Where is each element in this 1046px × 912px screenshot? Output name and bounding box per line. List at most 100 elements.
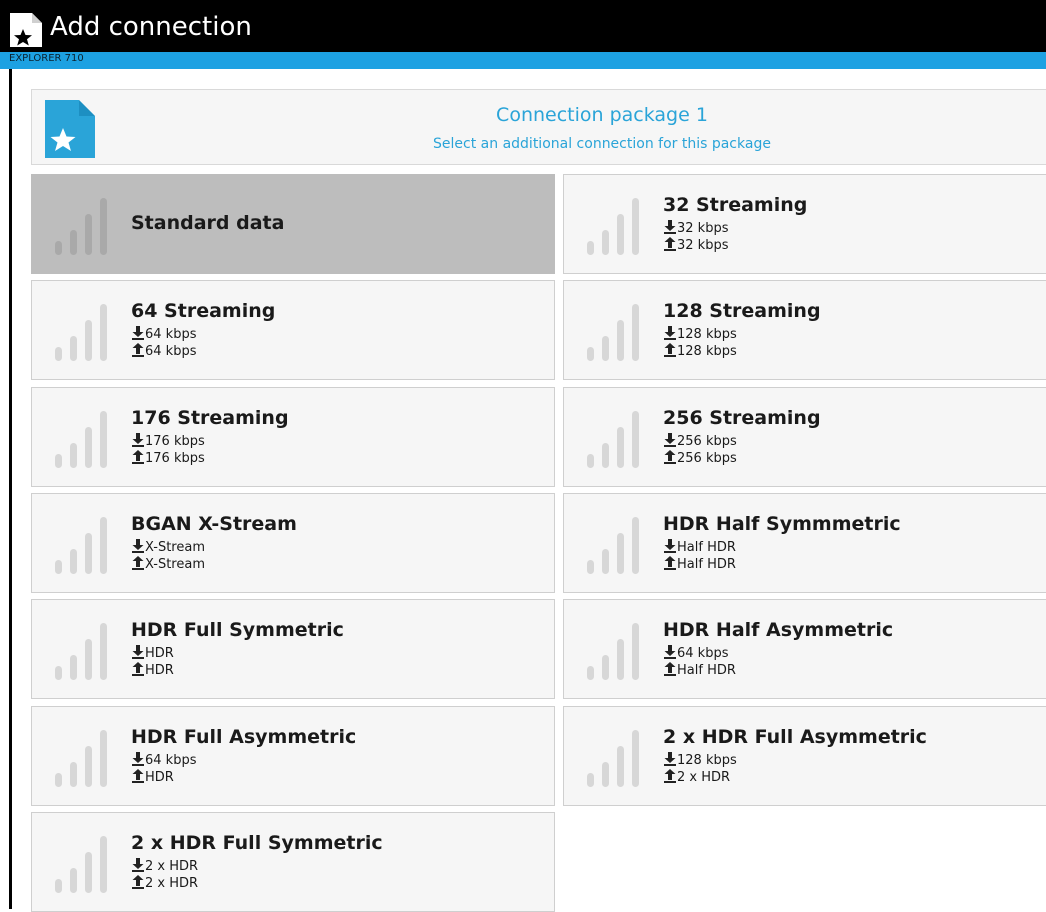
download-arrow-icon [132,326,144,341]
package-header: Connection package 1 Select an additiona… [31,89,1046,165]
connection-name: Standard data [131,212,285,234]
upload-arrow-icon [664,343,676,358]
connection-tile[interactable]: HDR Full Asymmetric 64 kbps HDR [31,705,555,806]
upload-rate: X-Stream [131,555,205,573]
connection-name: HDR Half Symmmetric [663,512,901,535]
upload-rate: 2 x HDR [131,874,199,892]
download-arrow-icon [132,751,144,766]
connection-tile[interactable]: HDR Full Symmetric HDR HDR [31,599,555,700]
download-arrow-icon [132,645,144,660]
connection-tile[interactable]: 32 Streaming 32 kbps 32 kbps [563,174,1046,274]
upload-rate: 2 x HDR [663,768,731,786]
connection-tile[interactable]: 64 Streaming 64 kbps 64 kbps [31,280,555,381]
signal-bars-icon [587,623,639,681]
upload-rate: Half HDR [663,662,736,679]
download-rate-value: 2 x HDR [145,858,199,874]
connection-name: HDR Half Asymmetric [663,619,894,642]
package-subtitle: Select an additional connection for this… [433,136,771,152]
download-rate-value: 176 kbps [145,433,205,449]
upload-rate-value: Half HDR [677,663,736,679]
upload-rate-value: 176 kbps [145,450,205,466]
download-rate-value: 128 kbps [677,327,737,343]
download-arrow-icon [132,538,144,553]
signal-bars-icon [55,304,107,362]
connection-name: BGAN X-Stream [131,512,297,535]
upload-arrow-icon [132,449,144,464]
download-rate-value: X-Stream [145,539,205,555]
signal-bars-icon [55,410,107,468]
upload-rate-value: 2 x HDR [145,875,199,891]
connection-name: 2 x HDR Full Asymmetric [663,725,927,748]
frame-border [9,69,12,909]
upload-rate-value: 2 x HDR [677,769,731,785]
connection-tile[interactable]: BGAN X-Stream X-Stream X-Stream [31,492,555,593]
download-arrow-icon [664,220,676,234]
connection-name: HDR Full Symmetric [131,619,344,642]
upload-arrow-icon [664,555,676,570]
upload-rate: 176 kbps [131,449,205,467]
download-rate: 32 kbps [663,220,728,237]
window-title: Add connection [50,12,252,42]
download-rate: 64 kbps [131,326,196,343]
download-rate: 2 x HDR [131,857,199,875]
connection-tile[interactable]: HDR Half Symmmetric Half HDR Half HDR [563,492,1046,593]
download-rate: 128 kbps [663,326,737,343]
upload-rate: 256 kbps [663,449,737,467]
download-rate: 256 kbps [663,432,737,450]
connection-name: 128 Streaming [663,300,821,323]
upload-arrow-icon [664,449,676,464]
signal-bars-icon [587,410,639,468]
upload-rate: 32 kbps [663,237,728,254]
signal-bars-icon [55,623,107,681]
download-arrow-icon [132,857,144,872]
upload-rate-value: HDR [145,663,174,679]
download-rate-value: 256 kbps [677,433,737,449]
upload-arrow-icon [132,662,144,677]
upload-rate: 64 kbps [131,343,196,360]
download-rate: HDR [131,645,174,662]
upload-arrow-icon [664,237,676,251]
download-rate: 176 kbps [131,432,205,450]
connection-name: 176 Streaming [131,406,289,429]
package-title: Connection package 1 [496,104,708,126]
download-rate: 64 kbps [131,751,197,769]
upload-rate-value: 32 kbps [677,238,729,253]
download-arrow-icon [132,432,144,447]
upload-arrow-icon [132,343,144,358]
upload-rate-value: 256 kbps [677,450,737,466]
download-rate-value: Half HDR [677,539,736,555]
signal-bars-icon [587,516,639,574]
signal-bars-icon [55,835,107,893]
upload-arrow-icon [664,662,676,677]
connection-name: 64 Streaming [131,300,276,323]
download-rate-value: 64 kbps [145,752,197,768]
upload-arrow-icon [132,874,144,889]
device-label: EXPLORER 710 [9,53,84,64]
connection-tile[interactable]: 2 x HDR Full Asymmetric 128 kbps 2 x HDR [563,705,1046,806]
upload-arrow-icon [132,768,144,783]
upload-rate-value: HDR [145,769,174,785]
download-arrow-icon [664,432,676,447]
upload-rate-value: Half HDR [677,556,736,572]
connection-tile[interactable]: 2 x HDR Full Symmetric 2 x HDR 2 x HDR [31,811,555,912]
signal-bars-icon [587,729,639,787]
connection-name: 2 x HDR Full Symmetric [131,831,383,854]
download-rate-value: 128 kbps [677,752,737,768]
upload-rate: HDR [131,662,174,679]
connection-tile[interactable]: HDR Half Asymmetric 64 kbps Half HDR [563,599,1046,700]
upload-rate: Half HDR [663,555,736,573]
connection-tile[interactable]: Standard data [31,174,555,274]
upload-rate-value: 64 kbps [145,344,197,360]
download-rate: Half HDR [663,538,736,556]
signal-bars-icon [587,198,639,255]
signal-bars-icon [587,304,639,362]
upload-arrow-icon [664,768,676,783]
connection-tile[interactable]: 128 Streaming 128 kbps 128 kbps [563,280,1046,381]
download-rate: X-Stream [131,538,205,556]
connection-tile[interactable]: 176 Streaming 176 kbps 176 kbps [31,386,555,487]
upload-rate: 128 kbps [663,343,737,360]
download-arrow-icon [664,751,676,766]
download-rate: 128 kbps [663,751,737,769]
connection-tile[interactable]: 256 Streaming 256 kbps 256 kbps [563,386,1046,487]
upload-rate-value: 128 kbps [677,344,737,360]
